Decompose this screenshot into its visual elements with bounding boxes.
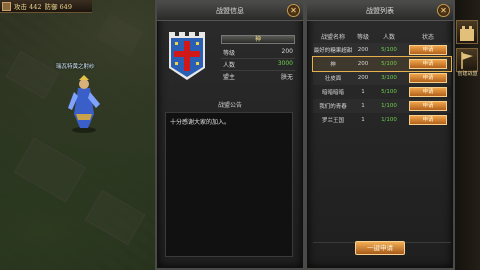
row-level: 1 (361, 103, 365, 109)
row-name: 壮皮面 (324, 76, 342, 82)
apply-button[interactable]: 申请 (409, 45, 447, 55)
hud-stats: 攻击 442 防御 649 (0, 0, 92, 13)
create-guild-button[interactable] (456, 48, 478, 72)
notice-text: 十分感谢大家的加入。 (170, 119, 231, 126)
row-members: 1/100 (381, 117, 397, 123)
row-name: 最好的糖果超甜 (313, 48, 353, 54)
apply-button[interactable]: 申请 (409, 115, 447, 125)
row-name: 暗暗暗暗 (321, 90, 344, 96)
leader-label: 盟主 (223, 74, 236, 81)
divider (221, 70, 295, 71)
level-value: 200 (281, 48, 293, 55)
divider (221, 58, 295, 59)
guild-row[interactable]: 罗兰王国 1 1/100 申请 (313, 113, 451, 127)
members-value: 3000 (277, 60, 293, 67)
apply-button[interactable]: 申请 (409, 73, 447, 83)
guild-info-panel: 战盟信息 ✕ 神 等级 200 人数 3000 盟主 朕无 战盟公告 十分感谢大… (155, 0, 305, 270)
row-members: 5/100 (381, 89, 397, 95)
guild-name: 神 (221, 35, 295, 44)
level-label: 等级 (223, 50, 236, 57)
row-members: 5/100 (381, 61, 397, 67)
guild-row[interactable]: 暗暗暗暗 1 5/100 申请 (313, 85, 451, 99)
apply-button[interactable]: 申请 (409, 59, 447, 69)
close-guild-list-button[interactable]: ✕ (437, 4, 450, 17)
leader-value: 朕无 (280, 74, 293, 81)
attack-stat: 攻击 442 (14, 3, 42, 11)
apply-button[interactable]: 申请 (409, 87, 447, 97)
row-members: 1/100 (381, 103, 397, 109)
guild-row[interactable]: 最好的糖果超甜 200 5/100 申请 (313, 43, 451, 57)
guild-level-row: 等级 200 (223, 48, 295, 57)
guild-row[interactable]: 我们的青春 1 1/100 申请 (313, 99, 451, 113)
row-members: 3/100 (381, 75, 397, 81)
close-guild-info-button[interactable]: ✕ (287, 4, 300, 17)
floor-tile (5, 50, 60, 100)
guild-list-panel: 战盟列表 ✕ 战盟名称 等级 人数 状态 最好的糖果超甜 200 5/100 申… (305, 0, 455, 270)
header-status: 状态 (421, 34, 434, 41)
floor-tile (95, 12, 145, 58)
header-level: 等级 (356, 34, 369, 41)
apply-button[interactable]: 申请 (409, 101, 447, 111)
flag-icon (461, 52, 473, 69)
row-level: 200 (357, 75, 369, 81)
row-level: 200 (357, 47, 369, 53)
guild-banner-icon (169, 32, 205, 80)
guild-row-selected[interactable]: 神 200 5/100 申请 (312, 56, 452, 72)
guild-row[interactable]: 壮皮面 200 3/100 申请 (313, 71, 451, 85)
members-label: 人数 (223, 62, 236, 69)
player-character[interactable] (64, 74, 104, 134)
guild-leader-row: 盟主 朕无 (223, 72, 295, 81)
guild-menu-button[interactable] (456, 20, 478, 44)
row-name: 神 (330, 62, 336, 68)
floor-tile (14, 137, 86, 203)
guild-info-title: 战盟信息 (157, 2, 303, 21)
row-level: 1 (361, 89, 365, 95)
create-guild-label: 创建战盟 (457, 71, 478, 77)
header-members: 人数 (382, 34, 395, 41)
row-name: 我们的青春 (319, 104, 347, 110)
row-level: 1 (361, 117, 365, 123)
guild-rows: 最好的糖果超甜 200 5/100 申请 神 200 5/100 申请 壮皮面 … (312, 43, 452, 127)
guild-list-title: 战盟列表 (307, 2, 453, 21)
notice-box: 十分感谢大家的加入。 (165, 112, 293, 257)
notice-title: 战盟公告 (217, 102, 242, 109)
row-members: 5/100 (381, 47, 397, 53)
sword-icon (2, 1, 11, 11)
floor-tile (84, 189, 146, 246)
header-name: 战盟名称 (320, 34, 345, 41)
quick-apply-button[interactable]: 一键申请 (355, 241, 405, 255)
row-level: 200 (357, 61, 369, 67)
list-header: 战盟名称 等级 人数 状态 (313, 32, 451, 42)
guild-members-row: 人数 3000 (223, 60, 295, 69)
castle-icon (460, 26, 474, 41)
row-name: 罗兰王国 (321, 118, 344, 124)
player-name: 瑞瓦特黄之射纱 (56, 64, 95, 70)
defense-stat: 防御 649 (44, 3, 72, 11)
